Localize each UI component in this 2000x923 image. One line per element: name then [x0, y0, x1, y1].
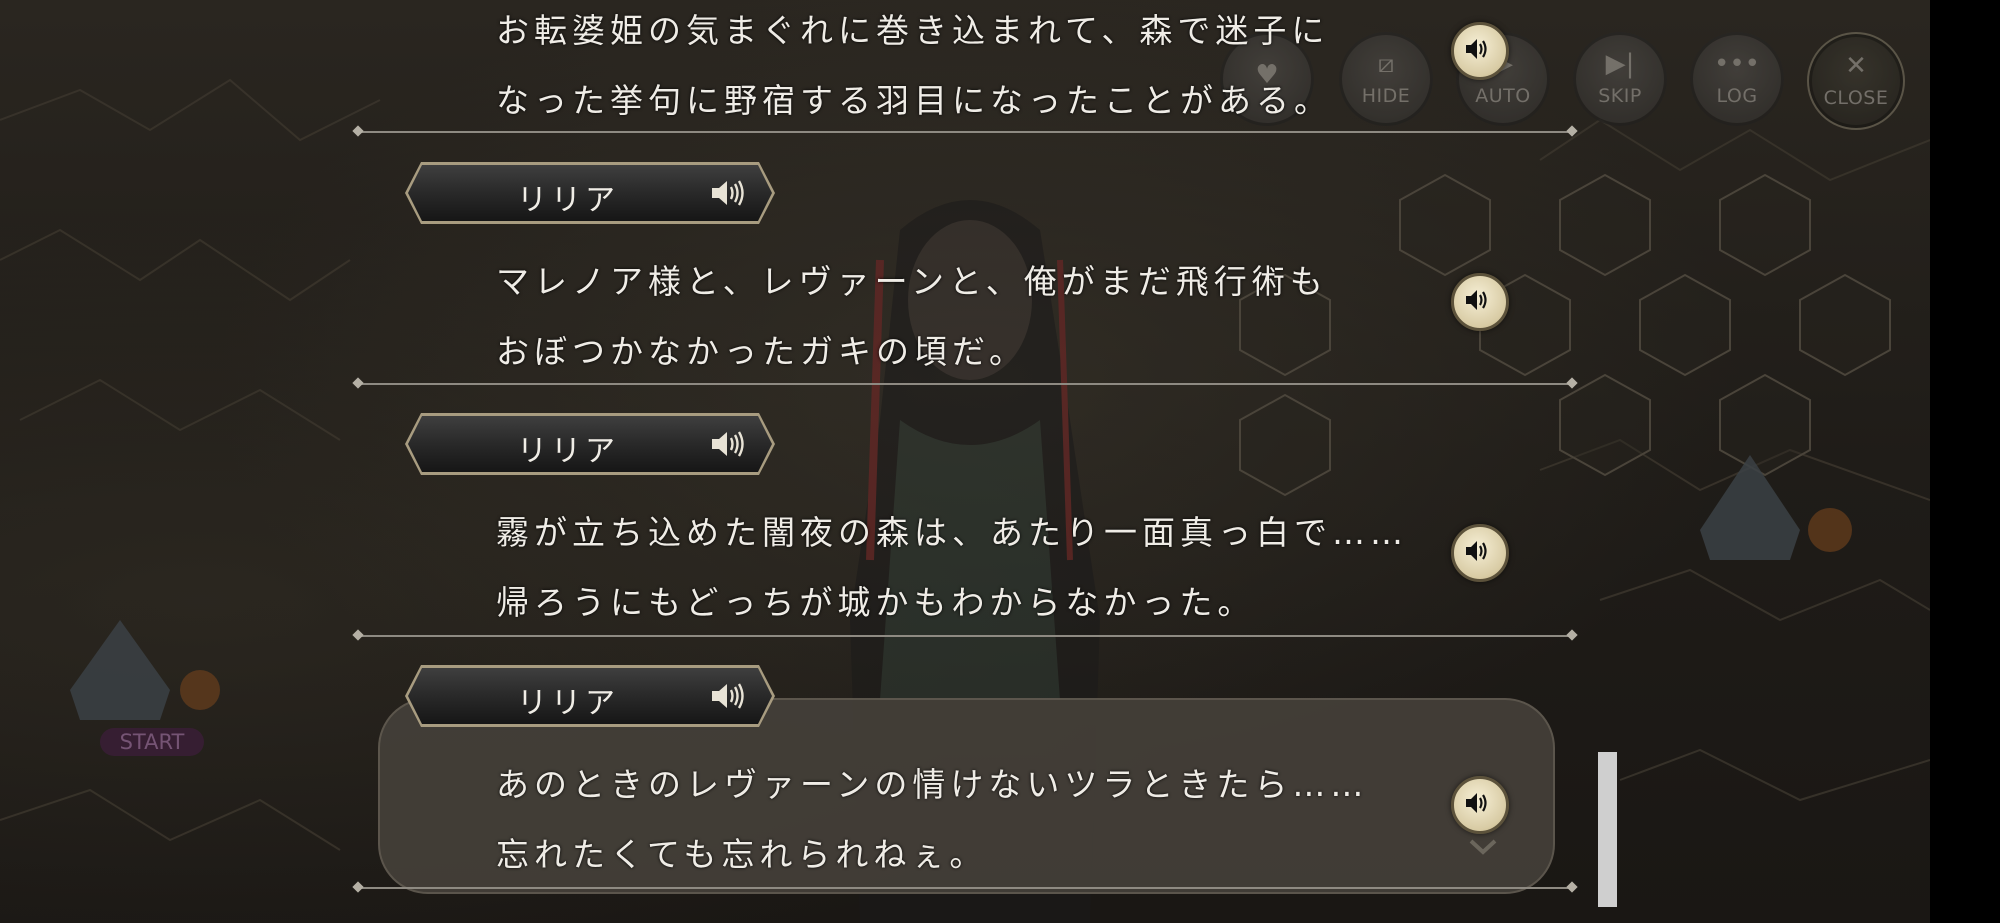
log-divider	[358, 383, 1572, 385]
log-icon: •••	[1713, 49, 1760, 79]
chevron-down-icon	[1469, 839, 1497, 855]
voice-play-button[interactable]	[1451, 273, 1509, 331]
hide-icon: ⧄	[1377, 49, 1395, 79]
log-divider	[358, 887, 1572, 889]
speaker-name: リリア	[517, 183, 619, 218]
speaker-name: リリア	[517, 434, 619, 469]
speaker-icon	[1466, 39, 1487, 59]
speaker-name-plate: リリア	[405, 413, 775, 475]
log-entry-3-line-1: 霧が立ち込めた闇夜の森は、あたり一面真っ白で……	[496, 513, 1408, 552]
screen-edge	[1930, 0, 2000, 923]
voice-play-button[interactable]	[1451, 776, 1509, 834]
speaker-icon	[1466, 793, 1487, 813]
log-entry-1-line-1: お転婆姫の気まぐれに巻き込まれて、森で迷子に	[496, 11, 1330, 50]
voice-play-button[interactable]	[1451, 22, 1509, 80]
speaker-icon	[712, 683, 744, 709]
log-entry-4-line-2: 忘れたくても忘れられねぇ。	[496, 835, 988, 874]
speaker-icon	[712, 180, 744, 206]
speaker-name-plate: リリア	[405, 162, 775, 224]
log-entry-3-line-2: 帰ろうにもどっちが城かもわからなかった。	[496, 583, 1256, 622]
speaker-icon	[712, 431, 744, 457]
log-entry-1-line-2: なった挙句に野宿する羽目になったことがある。	[496, 81, 1332, 120]
speaker-name: リリア	[517, 686, 619, 721]
log-entry-4-line-1: あのときのレヴァーンの情けないツラときたら……	[496, 765, 1369, 804]
log-scrollbar[interactable]	[1598, 752, 1617, 907]
close-button[interactable]: ✕ CLOSE	[1807, 32, 1905, 130]
hide-button[interactable]: ⧄ HIDE	[1339, 32, 1433, 126]
speaker-icon	[1466, 541, 1487, 561]
log-button[interactable]: ••• LOG	[1690, 32, 1784, 126]
voice-play-button[interactable]	[1451, 524, 1509, 582]
skip-button[interactable]: ▶| SKIP	[1573, 32, 1667, 126]
log-entry-2-line-2: おぼつかなかったガキの頃だ。	[496, 332, 1028, 371]
log-divider	[358, 635, 1572, 637]
log-divider	[358, 131, 1572, 133]
start-label: START	[100, 728, 204, 756]
speaker-icon	[1466, 290, 1487, 310]
log-entry-2-line-1: マレノア様と、レヴァーンと、俺がまだ飛行術も	[496, 262, 1328, 301]
speaker-name-plate: リリア	[405, 665, 775, 727]
skip-icon: ▶|	[1605, 49, 1635, 79]
close-icon: ✕	[1845, 51, 1867, 81]
